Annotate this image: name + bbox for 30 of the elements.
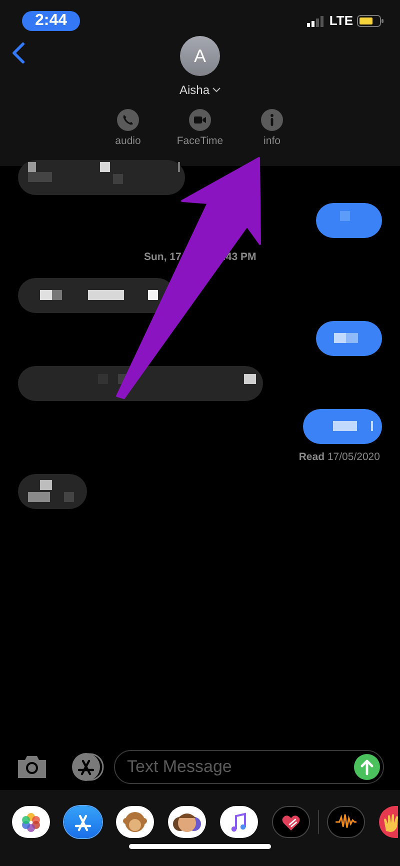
signal-icon	[307, 16, 326, 26]
back-icon[interactable]	[12, 42, 25, 64]
read-receipt: Read 17/05/2020	[298, 450, 380, 465]
app-drawer-item[interactable]	[379, 806, 398, 838]
received-message-bubble	[18, 474, 87, 508]
app-drawer-item[interactable]	[220, 806, 258, 838]
hand-icon	[384, 812, 398, 832]
sent-message-bubble	[316, 320, 382, 356]
status-time: 2:44	[22, 11, 80, 31]
app-drawer-item[interactable]	[12, 806, 50, 838]
info-icon	[261, 109, 283, 131]
app-drawer-item[interactable]	[116, 806, 154, 838]
app-drawer-item[interactable]	[64, 806, 102, 838]
audio-action-button[interactable]: audio	[108, 109, 148, 150]
app-drawer-item[interactable]	[272, 806, 310, 838]
battery-icon	[357, 15, 384, 27]
sent-message-bubble	[316, 203, 382, 238]
contact-avatar[interactable]: A	[180, 36, 220, 76]
phone-icon	[117, 109, 139, 131]
timestamp-label: Sun, 17	[144, 250, 182, 265]
contact-name[interactable]: Aisha	[179, 81, 210, 99]
send-button[interactable]	[353, 753, 381, 781]
info-action-button[interactable]: info	[252, 109, 292, 150]
video-camera-icon	[189, 109, 211, 131]
camera-icon[interactable]	[16, 755, 48, 779]
app-drawer-item[interactable]	[168, 806, 206, 838]
message-input[interactable]: Text Message	[114, 750, 384, 784]
chevron-down-icon[interactable]	[212, 87, 221, 93]
app-drawer-item[interactable]	[327, 806, 365, 838]
network-label: LTE	[329, 12, 353, 30]
